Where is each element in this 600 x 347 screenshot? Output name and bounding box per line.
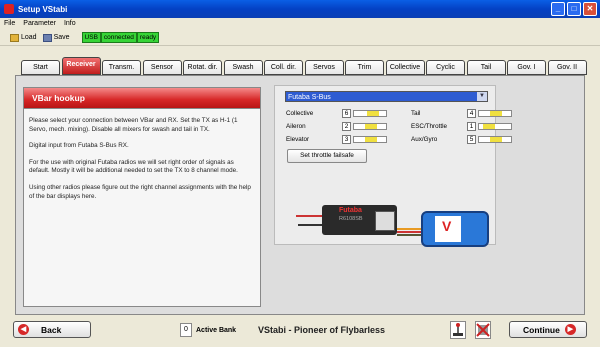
wire [397,234,421,236]
tab-gov-ii[interactable]: Gov. II [547,60,587,75]
info-paragraph: Digital input from Futaba S-Bus RX. [29,142,129,150]
channel-level-fill [365,137,377,142]
channel-name: Collective [286,110,314,117]
channel-level-fill [483,124,496,129]
menu-info[interactable]: Info [64,20,76,27]
tab-receiver[interactable]: Receiver [61,57,101,75]
maximize-button[interactable]: □ [567,2,581,16]
receiver-brand: Futaba [339,207,362,214]
close-button[interactable]: ✕ [583,2,597,16]
channel-row: Collective 6 [286,109,387,118]
tab-sensor[interactable]: Sensor [142,60,182,75]
wire [296,215,322,217]
wire [397,228,421,230]
channel-level-fill [490,137,502,142]
tab-servos[interactable]: Servos [304,60,344,75]
channel-level-bar [353,136,387,143]
tab-start[interactable]: Start [21,60,60,75]
channel-level-fill [490,111,502,116]
menu-bar: File Parameter Info [0,18,600,29]
disk-icon [42,33,52,42]
channel-row: Tail 4 [411,109,512,118]
forward-arrow-icon: ▶ [564,324,576,335]
wire [298,224,322,226]
tab-tail[interactable]: Tail [466,60,506,75]
info-title: VBar hookup [24,88,260,109]
info-text: Please select your connection between VB… [24,109,260,201]
channel-name: Aux/Gyro [411,136,438,143]
active-bank-label: Active Bank [196,327,237,334]
status-connected: connected [100,32,137,43]
save-label: Save [53,34,70,41]
channel-number[interactable]: 3 [342,135,351,144]
tab-rotat-dir[interactable]: Rotat. dir. [183,60,222,75]
channel-level-bar [478,123,512,130]
channel-level-bar [478,136,512,143]
receiver-type-value: Futaba S-Bus [288,94,331,101]
vbar-logo: V [442,218,452,234]
channel-level-fill [365,124,377,129]
channel-level-bar [353,110,387,117]
tab-gov-i[interactable]: Gov. I [507,60,546,75]
tab-transm[interactable]: Transm. [102,60,141,75]
channel-level-fill [366,111,379,116]
slogan: VStabi - Pioneer of Flybarless [258,325,386,335]
channel-number[interactable]: 1 [467,122,476,131]
chevron-down-icon[interactable]: ▼ [477,92,487,101]
back-button[interactable]: ◀ Back [13,321,91,338]
channel-name: Elevator [286,136,310,143]
set-throttle-failsafe-button[interactable]: Set throttle failsafe [287,149,367,163]
back-label: Back [41,324,62,335]
channel-number[interactable]: 5 [467,135,476,144]
vbar-unit-image: V [421,211,489,247]
load-label: Load [21,34,37,41]
tab-strip: Start Receiver Transm. Sensor Rotat. dir. Swa… [21,57,588,75]
toolbar: Load Save USB connected ready [0,30,600,46]
receiver-type-select[interactable]: Futaba S-Bus ▼ [285,91,488,102]
tab-trim[interactable]: Trim [345,60,384,75]
info-box: VBar hookup Please select your connectio… [23,87,261,307]
channel-level-bar [478,110,512,117]
channel-name: Aileron [286,123,306,130]
wire [397,231,421,233]
channel-number[interactable]: 2 [342,122,351,131]
window-title: Setup VStabi [18,4,68,14]
bottom-bar: ◀ Back 0 Active Bank VStabi - Pioneer of… [0,317,600,347]
channel-name: Tail [411,110,421,117]
channel-level-bar [353,123,387,130]
menu-file[interactable]: File [4,20,15,27]
channel-number[interactable]: 6 [342,109,351,118]
save-button[interactable]: Save [42,33,70,42]
title-bar: Setup VStabi _ □ ✕ [0,0,600,18]
tab-cyclic[interactable]: Cyclic [426,60,465,75]
status-usb: USB [81,32,101,43]
info-paragraph: Please select your connection between VB… [29,117,238,133]
back-arrow-icon: ◀ [18,324,29,335]
info-paragraph: Using other radios please figure out the… [29,183,251,200]
continue-label: Continue [523,324,560,335]
continue-button[interactable]: Continue ▶ [509,321,587,338]
connection-status: USB connected ready [81,32,160,43]
status-ready: ready [136,32,160,43]
minimize-button[interactable]: _ [551,2,565,16]
tab-collective[interactable]: Collective [385,60,425,75]
channel-row: Aux/Gyro 5 [411,135,512,144]
tab-coll-dir[interactable]: Coll. dir. [264,60,303,75]
joystick-icon[interactable] [450,321,466,339]
tab-swash[interactable]: Swash [223,60,263,75]
active-bank-number: 0 [180,323,192,337]
app-icon [4,4,14,14]
folder-icon [10,33,19,42]
channel-row: Elevator 3 [286,135,387,144]
info-paragraph: For the use with original Futaba radios … [29,158,238,175]
channel-name: ESC/Throttle [411,123,448,130]
channel-number[interactable]: 4 [467,109,476,118]
receiver-connector [375,211,395,231]
menu-parameter[interactable]: Parameter [23,20,56,27]
disabled-icon[interactable] [475,321,491,339]
load-button[interactable]: Load [10,33,37,42]
channel-row: ESC/Throttle 1 [411,122,512,131]
channel-row: Aileron 2 [286,122,387,131]
receiver-model: R6108SB [339,216,363,222]
